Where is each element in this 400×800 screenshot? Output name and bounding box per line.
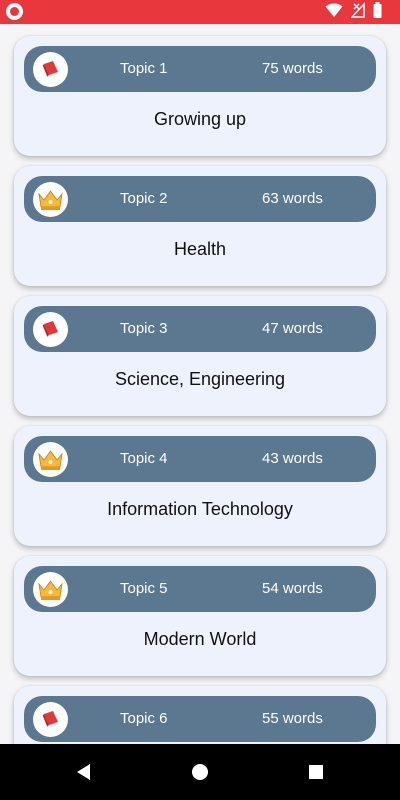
topic-header: Topic 1 75 words — [24, 46, 376, 92]
topic-header: Topic 6 55 words — [24, 696, 376, 742]
topic-number: Topic 5 — [120, 580, 168, 597]
word-count: 43 words — [262, 450, 323, 467]
book-icon — [33, 312, 68, 347]
topic-number: Topic 4 — [120, 450, 168, 467]
topic-number: Topic 2 — [120, 190, 168, 207]
crown-icon — [33, 572, 68, 607]
home-icon[interactable] — [184, 756, 216, 788]
status-bar — [0, 0, 400, 24]
recents-icon[interactable] — [300, 756, 332, 788]
topic-card-4[interactable]: Topic 4 43 words Information Technology — [14, 426, 386, 546]
status-icons — [325, 1, 392, 23]
topic-header: Topic 2 63 words — [24, 176, 376, 222]
topic-card-2[interactable]: Topic 2 63 words Health — [14, 166, 386, 286]
topic-title: Science, Engineering — [114, 369, 286, 389]
word-count: 75 words — [262, 60, 323, 77]
no-signal-icon — [350, 1, 365, 23]
topic-title: Modern World — [143, 629, 257, 649]
book-icon — [33, 52, 68, 87]
word-count: 47 words — [262, 320, 323, 337]
word-count: 63 words — [262, 190, 323, 207]
battery-icon — [373, 1, 382, 23]
navigation-bar — [0, 744, 400, 800]
topic-list[interactable]: Topic 1 75 words Growing up Topic 2 63 w… — [0, 24, 400, 744]
topic-title: Health — [173, 239, 227, 259]
topic-card-1[interactable]: Topic 1 75 words Growing up — [14, 36, 386, 156]
topic-header: Topic 3 47 words — [24, 306, 376, 352]
topic-number: Topic 3 — [120, 320, 168, 337]
crown-icon — [33, 442, 68, 477]
app-notification-icon — [6, 3, 23, 20]
topic-card-5[interactable]: Topic 5 54 words Modern World — [14, 556, 386, 676]
topic-header: Topic 5 54 words — [24, 566, 376, 612]
wifi-icon — [325, 2, 343, 23]
topic-header: Topic 4 43 words — [24, 436, 376, 482]
topic-number: Topic 6 — [120, 710, 168, 727]
word-count: 54 words — [262, 580, 323, 597]
topic-card-6[interactable]: Topic 6 55 words — [14, 686, 386, 744]
topic-card-3[interactable]: Topic 3 47 words Science, Engineering — [14, 296, 386, 416]
book-icon — [33, 702, 68, 737]
topic-number: Topic 1 — [120, 60, 168, 77]
topic-title: Information Technology — [107, 499, 293, 519]
crown-icon — [33, 182, 68, 217]
topic-title: Growing up — [153, 109, 247, 129]
back-icon[interactable] — [68, 756, 100, 788]
word-count: 55 words — [262, 710, 323, 727]
